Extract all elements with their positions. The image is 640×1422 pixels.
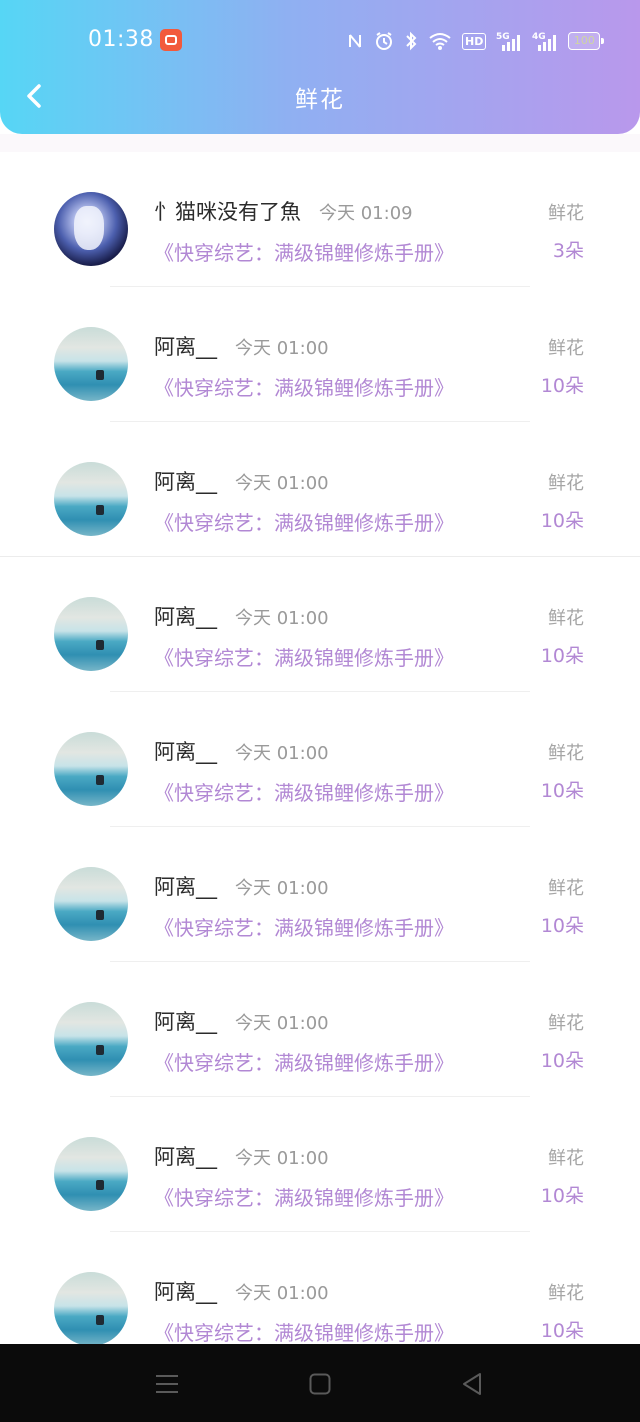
nfc-icon	[349, 34, 361, 48]
user-name: 阿离__ 今天 01:00	[154, 1010, 329, 1034]
bluetooth-icon	[406, 31, 417, 51]
avatar[interactable]	[54, 462, 128, 536]
gift-label: 鲜花	[548, 1283, 584, 1304]
back-nav-button[interactable]	[452, 1366, 492, 1402]
list-item[interactable]: 忄猫咪没有了魚 今天 01:09 《快穿综艺：满级锦鲤修炼手册》 鲜花 3朵	[0, 152, 640, 287]
svg-text:4G: 4G	[532, 32, 546, 42]
gift-label: 鲜花	[548, 878, 584, 899]
book-title[interactable]: 《快穿综艺：满级锦鲤修炼手册》	[154, 507, 454, 536]
timestamp: 今天 01:00	[235, 1148, 329, 1169]
gift-label: 鲜花	[548, 338, 584, 359]
gift-label: 鲜花	[548, 608, 584, 629]
timestamp: 今天 01:09	[319, 203, 413, 224]
timestamp: 今天 01:00	[235, 743, 329, 764]
signal-5g-icon: 5G	[496, 32, 521, 51]
status-icons: HD 5G 4G 100	[346, 29, 605, 53]
list-item[interactable]: 阿离__ 今天 01:00 《快穿综艺：满级锦鲤修炼手册》 鲜花 10朵	[0, 692, 640, 827]
avatar[interactable]	[54, 1272, 128, 1346]
header-spacer	[0, 134, 640, 152]
book-title[interactable]: 《快穿综艺：满级锦鲤修炼手册》	[154, 1047, 454, 1076]
timestamp: 今天 01:00	[235, 1013, 329, 1034]
avatar[interactable]	[54, 597, 128, 671]
gift-count: 3朵	[552, 240, 584, 262]
app-notification-icon	[160, 29, 182, 51]
timestamp: 今天 01:00	[235, 473, 329, 494]
book-title[interactable]: 《快穿综艺：满级锦鲤修炼手册》	[154, 1182, 454, 1211]
user-name: 阿离__ 今天 01:00	[154, 740, 329, 764]
gift-count: 10朵	[540, 1320, 584, 1342]
gift-count: 10朵	[540, 645, 584, 667]
top-header: 01:38 HD 5G 4G 100 鲜花	[0, 0, 640, 134]
status-time: 01:38	[88, 27, 154, 52]
user-name: 阿离__ 今天 01:00	[154, 335, 329, 359]
timestamp: 今天 01:00	[235, 608, 329, 629]
avatar[interactable]	[54, 867, 128, 941]
timestamp: 今天 01:00	[235, 878, 329, 899]
home-button[interactable]	[300, 1366, 340, 1402]
user-name: 阿离__ 今天 01:00	[154, 605, 329, 629]
book-title[interactable]: 《快穿综艺：满级锦鲤修炼手册》	[154, 1317, 454, 1346]
gift-count: 10朵	[540, 510, 584, 532]
alarm-icon	[376, 32, 392, 50]
book-title[interactable]: 《快穿综艺：满级锦鲤修炼手册》	[154, 372, 454, 401]
menu-icon	[156, 1375, 178, 1393]
signal-4g-icon: 4G	[532, 32, 557, 51]
timestamp: 今天 01:00	[235, 338, 329, 359]
flower-list[interactable]: 忄猫咪没有了魚 今天 01:09 《快穿综艺：满级锦鲤修炼手册》 鲜花 3朵 阿离…	[0, 152, 640, 1367]
gift-label: 鲜花	[548, 1148, 584, 1169]
book-title[interactable]: 《快穿综艺：满级锦鲤修炼手册》	[154, 777, 454, 806]
user-name: 阿离__ 今天 01:00	[154, 875, 329, 899]
list-item[interactable]: 阿离__ 今天 01:00 《快穿综艺：满级锦鲤修炼手册》 鲜花 10朵	[0, 422, 640, 557]
user-name: 阿离__ 今天 01:00	[154, 1145, 329, 1169]
gift-label: 鲜花	[548, 743, 584, 764]
user-name: 阿离__ 今天 01:00	[154, 470, 329, 494]
list-item[interactable]: 阿离__ 今天 01:00 《快穿综艺：满级锦鲤修炼手册》 鲜花 10朵	[0, 557, 640, 692]
user-name: 阿离__ 今天 01:00	[154, 1280, 329, 1304]
avatar[interactable]	[54, 1002, 128, 1076]
home-square-icon	[309, 1373, 331, 1395]
hd-badge: HD	[462, 32, 487, 50]
avatar[interactable]	[54, 1137, 128, 1211]
gift-label: 鲜花	[548, 203, 584, 224]
list-item[interactable]: 阿离__ 今天 01:00 《快穿综艺：满级锦鲤修炼手册》 鲜花 10朵	[0, 962, 640, 1097]
avatar[interactable]	[54, 732, 128, 806]
gift-label: 鲜花	[548, 473, 584, 494]
avatar[interactable]	[54, 327, 128, 401]
book-title[interactable]: 《快穿综艺：满级锦鲤修炼手册》	[154, 642, 454, 671]
back-triangle-icon	[463, 1373, 481, 1395]
status-bar: 01:38 HD 5G 4G 100	[0, 0, 640, 80]
list-item[interactable]: 阿离__ 今天 01:00 《快穿综艺：满级锦鲤修炼手册》 鲜花 10朵	[0, 1097, 640, 1232]
gift-count: 10朵	[540, 780, 584, 802]
user-name: 忄猫咪没有了魚 今天 01:09	[154, 200, 413, 224]
gift-label: 鲜花	[548, 1013, 584, 1034]
list-item[interactable]: 阿离__ 今天 01:00 《快穿综艺：满级锦鲤修炼手册》 鲜花 10朵	[0, 287, 640, 422]
book-title[interactable]: 《快穿综艺：满级锦鲤修炼手册》	[154, 237, 454, 266]
avatar[interactable]	[54, 192, 128, 266]
list-item[interactable]: 阿离__ 今天 01:00 《快穿综艺：满级锦鲤修炼手册》 鲜花 10朵	[0, 827, 640, 962]
timestamp: 今天 01:00	[235, 1283, 329, 1304]
gift-count: 10朵	[540, 1050, 584, 1072]
menu-button[interactable]	[147, 1366, 187, 1402]
battery-icon: 100	[568, 32, 605, 50]
gift-count: 10朵	[540, 1185, 584, 1207]
svg-text:5G: 5G	[496, 32, 510, 42]
system-nav-bar	[0, 1344, 640, 1422]
page-title: 鲜花	[295, 87, 345, 113]
book-title[interactable]: 《快穿综艺：满级锦鲤修炼手册》	[154, 912, 454, 941]
gift-count: 10朵	[540, 375, 584, 397]
wifi-icon	[429, 33, 451, 50]
gift-count: 10朵	[540, 915, 584, 937]
